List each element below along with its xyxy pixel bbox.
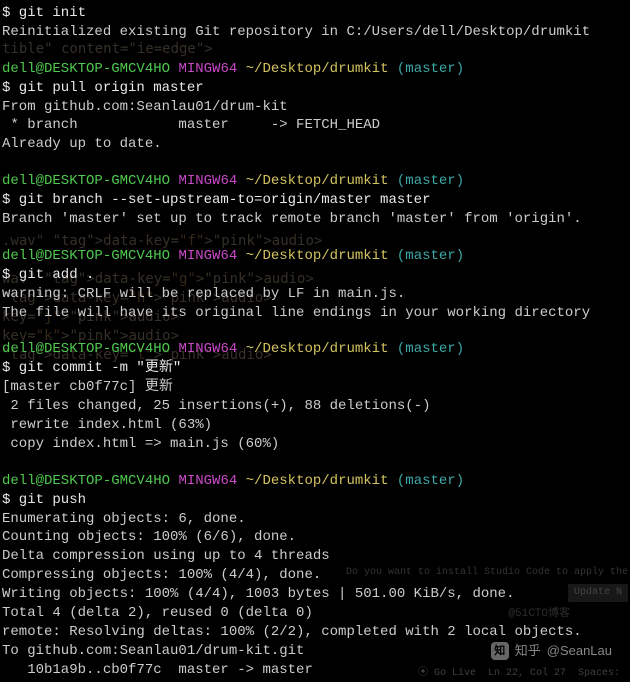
vscode-update-hint: Do you want to install Studio Code to ap… [346,566,628,602]
status-spaces[interactable]: Spaces: [578,667,620,681]
command-line: $ git add . [2,266,630,285]
prompt-user: dell@DESKTOP-GMCV4HO [2,248,170,264]
output-line: Branch 'master' set up to track remote b… [2,210,630,229]
zhihu-icon: 知 [491,642,509,660]
prompt-branch: (master) [397,61,464,77]
prompt-env: MINGW64 [178,173,237,189]
prompt-branch: (master) [397,248,464,264]
blank-line [2,454,630,472]
prompt-branch: (master) [397,473,464,489]
command-line: $ git commit -m "更新" [2,359,630,378]
output-line: The file will have its original line end… [2,304,630,323]
prompt-user: dell@DESKTOP-GMCV4HO [2,341,170,357]
blank-line [2,229,630,247]
prompt-branch: (master) [397,341,464,357]
prompt-line: dell@DESKTOP-GMCV4HO MINGW64 ~/Desktop/d… [2,247,630,266]
update-hint-text: Do you want to install Studio Code to ap… [346,566,628,580]
output-line: From github.com:Seanlau01/drum-kit [2,98,630,117]
prompt-branch: (master) [397,173,464,189]
prompt-line: dell@DESKTOP-GMCV4HO MINGW64 ~/Desktop/d… [2,60,630,79]
command-line: $ git branch --set-upstream-to=origin/ma… [2,191,630,210]
prompt-path: ~/Desktop/drumkit [246,61,389,77]
output-line: Reinitialized existing Git repository in… [2,23,630,42]
output-line: Already up to date. [2,135,630,154]
command-line: $ git pull origin master [2,79,630,98]
prompt-env: MINGW64 [178,248,237,264]
prompt-line: dell@DESKTOP-GMCV4HO MINGW64 ~/Desktop/d… [2,340,630,359]
prompt-user: dell@DESKTOP-GMCV4HO [2,61,170,77]
prompt-env: MINGW64 [178,341,237,357]
prompt-path: ~/Desktop/drumkit [246,173,389,189]
watermark-51cto: @51CTO博客 [508,607,570,622]
prompt-line: dell@DESKTOP-GMCV4HO MINGW64 ~/Desktop/d… [2,172,630,191]
command-line: $ git init [2,4,630,23]
blank-line [2,322,630,340]
vscode-statusbar: ⦿ Go Live Ln 22, Col 27 Spaces: [0,666,630,682]
output-line: 2 files changed, 25 insertions(+), 88 de… [2,397,630,416]
output-line: copy index.html => main.js (60%) [2,435,630,454]
zhihu-brand: 知乎 [515,642,541,660]
prompt-path: ~/Desktop/drumkit [246,248,389,264]
zhihu-author: @SeanLau [547,642,612,660]
output-line: [master cb0f77c] 更新 [2,378,630,397]
output-line: * branch master -> FETCH_HEAD [2,116,630,135]
prompt-env: MINGW64 [178,473,237,489]
prompt-path: ~/Desktop/drumkit [246,473,389,489]
output-line: Enumerating objects: 6, done. [2,510,630,529]
blank-line [2,154,630,172]
command-line: $ git push [2,491,630,510]
output-line: Counting objects: 100% (6/6), done. [2,528,630,547]
output-line: Delta compression using up to 4 threads [2,547,630,566]
prompt-line: dell@DESKTOP-GMCV4HO MINGW64 ~/Desktop/d… [2,472,630,491]
output-line: remote: Resolving deltas: 100% (2/2), co… [2,623,630,642]
output-line: warning: CRLF will be replaced by LF in … [2,285,630,304]
prompt-user: dell@DESKTOP-GMCV4HO [2,473,170,489]
prompt-path: ~/Desktop/drumkit [246,341,389,357]
watermark-zhihu: 知 知乎 @SeanLau [491,642,612,660]
blank-line [2,42,630,60]
status-golive[interactable]: ⦿ Go Live [418,667,476,681]
status-cursor-pos[interactable]: Ln 22, Col 27 [488,667,566,681]
update-button[interactable]: Update N [568,584,628,602]
prompt-env: MINGW64 [178,61,237,77]
output-line: rewrite index.html (63%) [2,416,630,435]
prompt-user: dell@DESKTOP-GMCV4HO [2,173,170,189]
